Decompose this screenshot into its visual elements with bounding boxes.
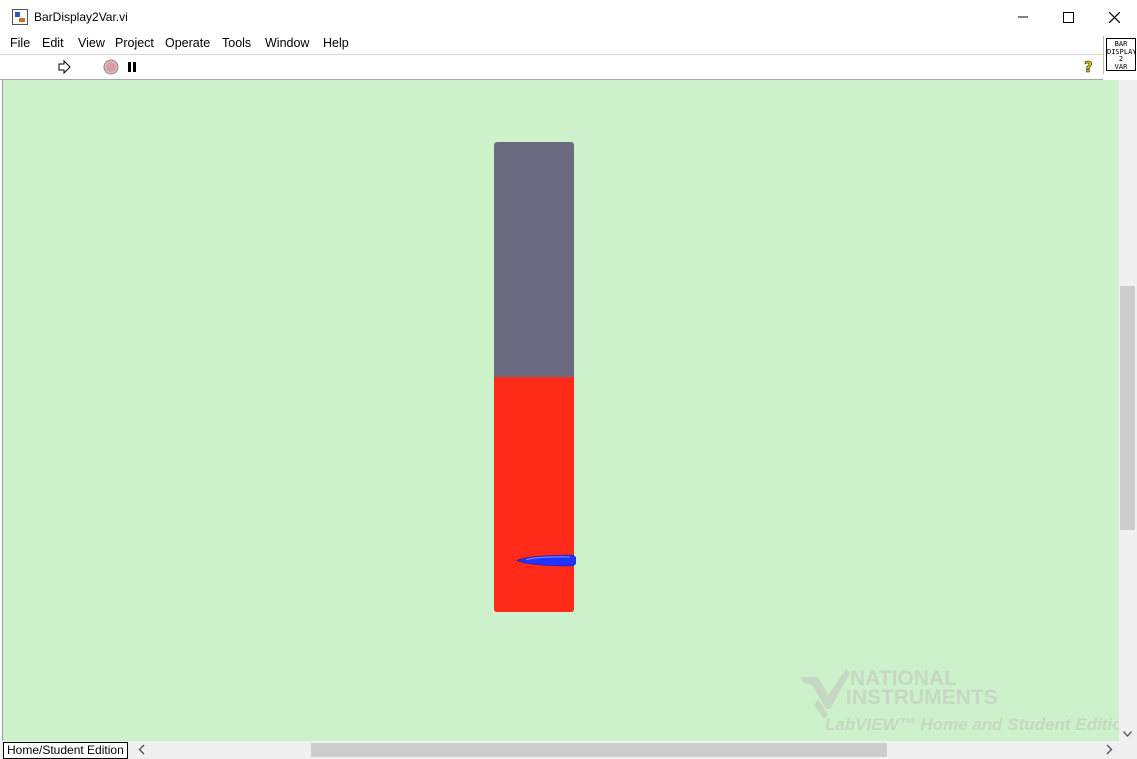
scroll-left-arrow-icon[interactable] [138,744,145,755]
title-bar: BarDisplay2Var.vi [0,0,1137,34]
vi-connector-icon[interactable]: BAR DISPLAY 2 VAR [1103,36,1137,74]
tank-indicator [494,142,574,612]
vertical-scroll-thumb[interactable] [1120,286,1135,530]
horizontal-scroll-thumb[interactable] [311,743,887,757]
menu-window[interactable]: Window [265,36,309,50]
minimize-button[interactable] [1000,0,1046,34]
menu-help[interactable]: Help [323,36,349,50]
menu-project[interactable]: Project [115,36,154,50]
front-panel: NATIONAL INSTRUMENTS LabVIEW™ Home and S… [3,80,1119,741]
minimize-icon [1018,16,1028,18]
edition-label: Home/Student Edition [3,742,128,759]
close-icon [1108,11,1120,23]
status-bar: Home/Student Edition [0,741,1137,759]
toolbar: ? [0,55,1103,80]
menu-bar: File Edit View Project Operate Tools Win… [0,34,1137,55]
pause-icon[interactable] [124,59,140,75]
scroll-down-arrow-icon [1123,731,1132,737]
menu-operate[interactable]: Operate [165,36,210,50]
menu-view[interactable]: View [78,36,105,50]
close-button[interactable] [1091,0,1137,34]
help-question-icon[interactable]: ? [1081,59,1097,75]
vi-icon-text-4: VAR [1114,62,1128,71]
maximize-button[interactable] [1045,0,1091,34]
svg-text:?: ? [1084,59,1093,75]
ni-watermark: NATIONAL INSTRUMENTS LabVIEW™ Home and S… [798,665,1119,740]
slider-pointer[interactable] [516,554,576,567]
run-arrow-icon[interactable] [56,59,72,75]
labview-vi-icon [12,9,28,25]
scroll-right-arrow-icon[interactable] [1106,744,1113,755]
watermark-line-2: INSTRUMENTS [846,686,998,709]
menu-file[interactable]: File [10,36,30,50]
abort-stop-icon[interactable] [103,59,119,75]
tank-fill-level [494,377,574,612]
menu-tools[interactable]: Tools [222,36,251,50]
menu-edit[interactable]: Edit [42,36,64,50]
window-title: BarDisplay2Var.vi [34,10,128,24]
watermark-line-3: LabVIEW™ Home and Student Edition [825,715,1119,734]
vertical-scrollbar[interactable] [1119,80,1137,741]
maximize-icon [1062,11,1074,23]
